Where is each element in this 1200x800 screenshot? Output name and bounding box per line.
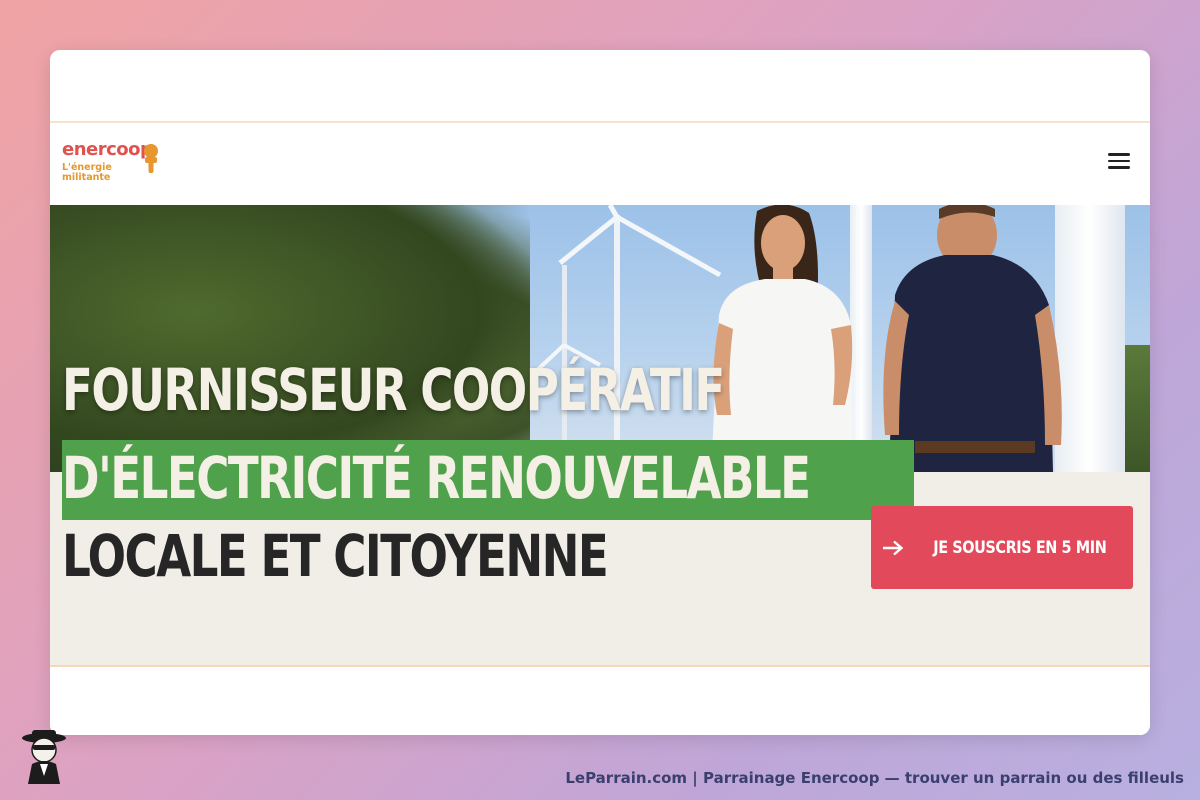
subscribe-button[interactable]: JE SOUSCRIS EN 5 MIN (871, 506, 1133, 589)
man-photo (883, 205, 1062, 472)
bottom-band (50, 667, 1150, 735)
hero-section: FOURNISSEUR COOPÉRATIF D'ÉLECTRICITÉ REN… (50, 205, 1150, 667)
arrow-right-icon (883, 540, 904, 555)
leparrain-mascot-icon (22, 730, 66, 784)
subscribe-button-label: JE SOUSCRIS EN 5 MIN (933, 537, 1107, 558)
browser-card: enercoop L'énergie militante FOURNISSEUR… (50, 50, 1150, 735)
headline-line-2: D'ÉLECTRICITÉ RENOUVELABLE (62, 444, 811, 512)
trees-background (50, 205, 530, 472)
logo-wordmark: enercoop (62, 139, 153, 160)
woman-photo (711, 205, 853, 472)
logo-tagline: L'énergie militante (62, 162, 112, 183)
site-header: enercoop L'énergie militante (50, 125, 1150, 205)
leparrain-credit: LeParrain.com | Parrainage Enercoop — tr… (565, 769, 1184, 787)
hero-photo (50, 205, 1150, 472)
logo-figure-icon (144, 144, 158, 173)
top-band (50, 50, 1150, 123)
headline-line-3: LOCALE ET CITOYENNE (62, 522, 609, 590)
headline-line-1: FOURNISSEUR COOPÉRATIF (62, 356, 725, 424)
enercoop-logo[interactable]: enercoop L'énergie militante (62, 139, 182, 189)
hamburger-menu-icon[interactable] (1106, 149, 1132, 173)
